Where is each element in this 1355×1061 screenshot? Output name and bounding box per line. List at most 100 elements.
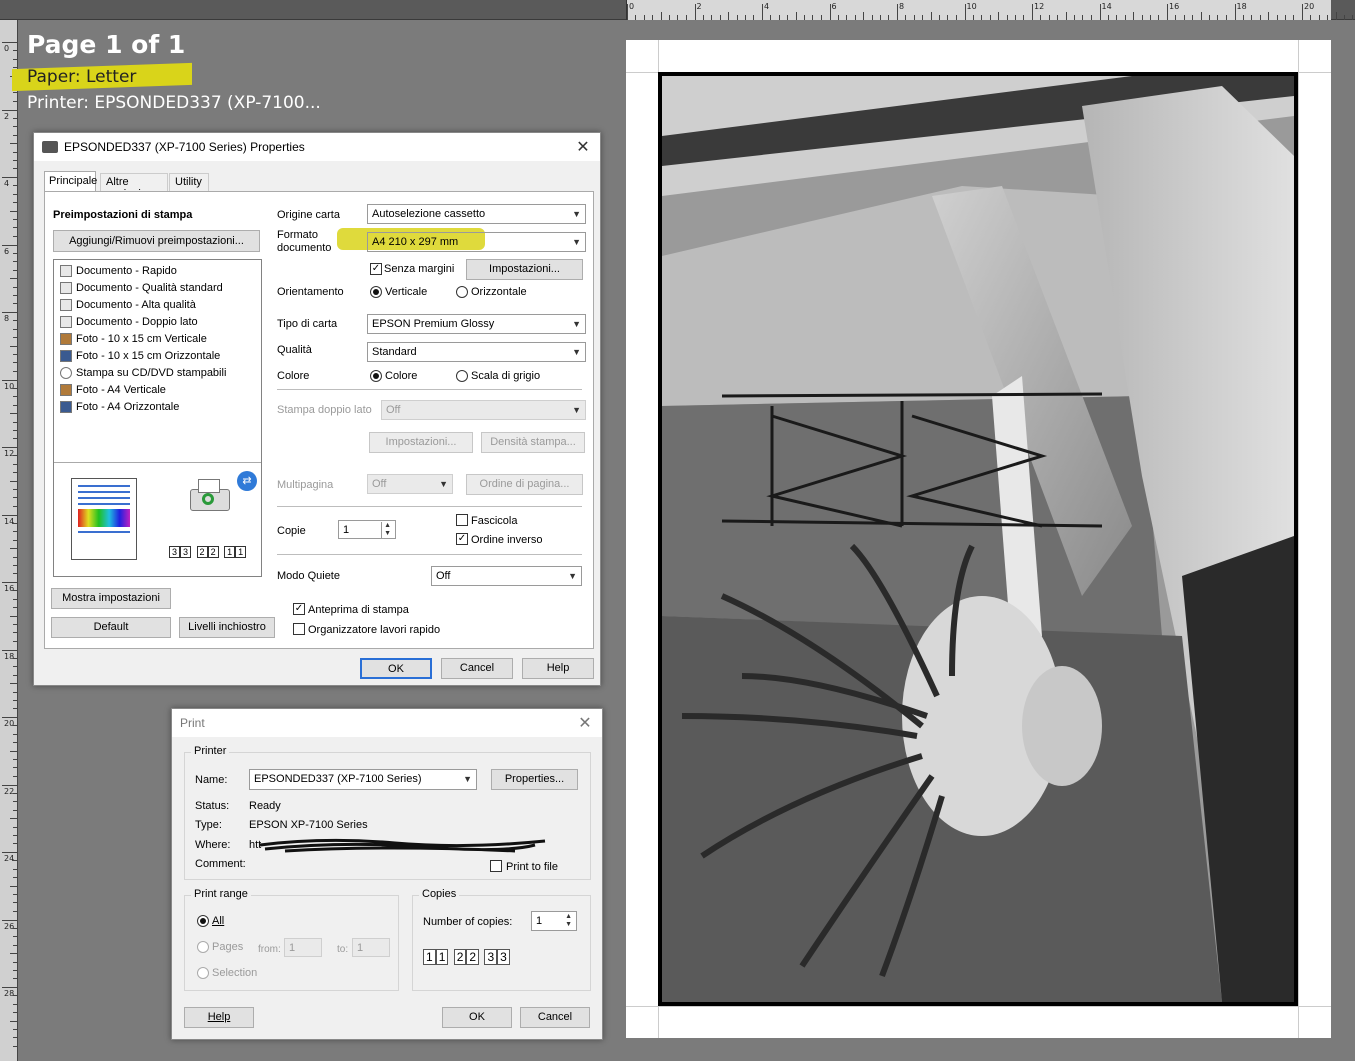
ruler-tick	[1116, 15, 1118, 20]
duplex-settings-button[interactable]: Impostazioni...	[369, 432, 473, 453]
add-remove-presets-button[interactable]: Aggiungi/Rimuovi preimpostazioni...	[53, 230, 260, 252]
ok-button[interactable]: OK	[442, 1007, 512, 1028]
ruler-tick	[13, 792, 18, 794]
ruler-tick	[10, 953, 18, 955]
ruler-tick	[1344, 15, 1345, 20]
job-arranger-checkbox[interactable]	[293, 623, 305, 635]
job-arranger-label: Organizzatore lavori rapido	[308, 624, 441, 636]
print-preview-checkbox[interactable]: ✓	[293, 603, 305, 615]
list-item[interactable]: Documento - Alta qualità	[60, 296, 196, 313]
portrait-radio[interactable]	[370, 286, 382, 298]
color-radio[interactable]	[370, 370, 382, 382]
paper-type-select[interactable]: EPSON Premium Glossy ▼	[367, 314, 586, 334]
help-button[interactable]: Help	[522, 658, 594, 679]
show-settings-button[interactable]: Mostra impostazioni	[51, 588, 171, 609]
doc-size-select[interactable]: A4 210 x 297 mm ▼	[367, 232, 586, 252]
tab-utility[interactable]: Utility	[169, 173, 209, 192]
grayscale-radio[interactable]	[456, 370, 468, 382]
duplex-select[interactable]: Off ▼	[381, 400, 586, 420]
ruler-tick	[13, 978, 18, 980]
duplex-label: Stampa doppio lato	[277, 404, 372, 416]
ruler-tick	[2, 42, 18, 43]
to-input[interactable]: 1	[352, 938, 390, 957]
photo-icon	[60, 383, 72, 396]
ruler-tick	[837, 15, 839, 20]
pages-radio[interactable]	[197, 941, 209, 953]
presets-heading: Preimpostazioni di stampa	[53, 209, 193, 221]
list-item[interactable]: Foto - A4 Orizzontale	[60, 398, 179, 415]
list-item[interactable]: Foto - 10 x 15 cm Orizzontale	[60, 347, 220, 364]
quiet-mode-select[interactable]: Off ▼	[431, 566, 582, 586]
from-input[interactable]: 1	[284, 938, 322, 957]
help-button[interactable]: Help	[184, 1007, 254, 1028]
ruler-tick	[10, 615, 18, 617]
ruler-tick	[677, 15, 679, 20]
ruler-tick	[1225, 15, 1227, 20]
borderless-checkbox[interactable]: ✓	[370, 263, 382, 275]
list-item[interactable]: Documento - Qualità standard	[60, 279, 223, 296]
quality-select[interactable]: Standard ▼	[367, 342, 586, 362]
cancel-button[interactable]: Cancel	[520, 1007, 590, 1028]
ruler-tick	[685, 15, 687, 20]
ruler-tick	[13, 1029, 18, 1030]
tab-altre-opzioni[interactable]: Altre opzioni	[100, 173, 168, 200]
ruler-tick	[1141, 15, 1143, 20]
ruler-tick	[2, 852, 18, 853]
margin-guide	[626, 1006, 1331, 1007]
ruler-tick	[13, 463, 18, 465]
collate-checkbox[interactable]	[456, 514, 468, 526]
ruler-tick	[13, 742, 18, 744]
ruler-tick	[1057, 15, 1059, 20]
ruler-tick	[13, 640, 18, 642]
ruler-tick	[13, 902, 18, 904]
ok-button[interactable]: OK	[360, 658, 432, 679]
landscape-label: Orizzontale	[471, 286, 527, 298]
printer-info: Printer: EPSONDED337 (XP-7100...	[27, 93, 321, 113]
ruler-tick	[972, 15, 974, 20]
ruler-tick	[13, 624, 18, 625]
tab-principale[interactable]: Principale	[44, 171, 97, 192]
close-icon[interactable]: ✕	[574, 137, 592, 157]
list-item[interactable]: Documento - Doppio lato	[60, 313, 198, 330]
close-icon[interactable]: ✕	[576, 713, 594, 733]
ruler-tick	[13, 193, 18, 195]
printer-illustration-icon	[184, 475, 234, 525]
landscape-radio[interactable]	[456, 286, 468, 298]
list-item[interactable]: Foto - 10 x 15 cm Verticale	[60, 330, 207, 347]
print-to-file-checkbox[interactable]	[490, 860, 502, 872]
ruler-tick	[13, 936, 18, 938]
cancel-button[interactable]: Cancel	[441, 658, 513, 679]
all-radio[interactable]	[197, 915, 209, 927]
ink-levels-button[interactable]: Livelli inchiostro	[179, 617, 275, 638]
ruler-tick	[955, 15, 957, 20]
ruler-tick	[13, 387, 18, 389]
list-item[interactable]: Documento - Rapido	[60, 262, 177, 279]
ruler-tick	[13, 598, 18, 600]
list-item[interactable]: Foto - A4 Verticale	[60, 381, 166, 398]
ruler-tick	[13, 1012, 18, 1014]
ruler-tick	[10, 683, 18, 685]
printer-name-select[interactable]: EPSONDED337 (XP-7100 Series) ▼	[249, 769, 477, 790]
ruler-tick	[694, 4, 696, 20]
properties-button[interactable]: Properties...	[491, 769, 578, 790]
ruler-tick	[635, 15, 637, 20]
default-button[interactable]: Default	[51, 617, 171, 638]
multipage-select[interactable]: Off ▼	[367, 474, 453, 494]
ruler-tick	[10, 278, 18, 280]
ruler-tick	[804, 15, 805, 20]
num-copies-spinner[interactable]: 1 ▲ ▼	[531, 911, 577, 931]
print-density-button[interactable]: Densità stampa...	[481, 432, 585, 453]
ruler-tick	[13, 927, 18, 929]
ruler-tick	[652, 15, 654, 20]
selection-radio[interactable]	[197, 967, 209, 979]
swap-icon[interactable]: ⇄	[237, 471, 257, 491]
borderless-settings-button[interactable]: Impostazioni...	[466, 259, 583, 280]
reverse-order-checkbox[interactable]: ✓	[456, 533, 468, 545]
copies-spinner[interactable]: 1 ▲ ▼	[338, 520, 396, 539]
ruler-tick	[13, 396, 18, 398]
photo-icon	[60, 332, 72, 345]
page-order-button[interactable]: Ordine di pagina...	[466, 474, 583, 495]
list-item[interactable]: Stampa su CD/DVD stampabili	[60, 364, 226, 381]
ruler-label: 4	[764, 2, 770, 11]
paper-source-select[interactable]: Autoselezione cassetto ▼	[367, 204, 586, 224]
